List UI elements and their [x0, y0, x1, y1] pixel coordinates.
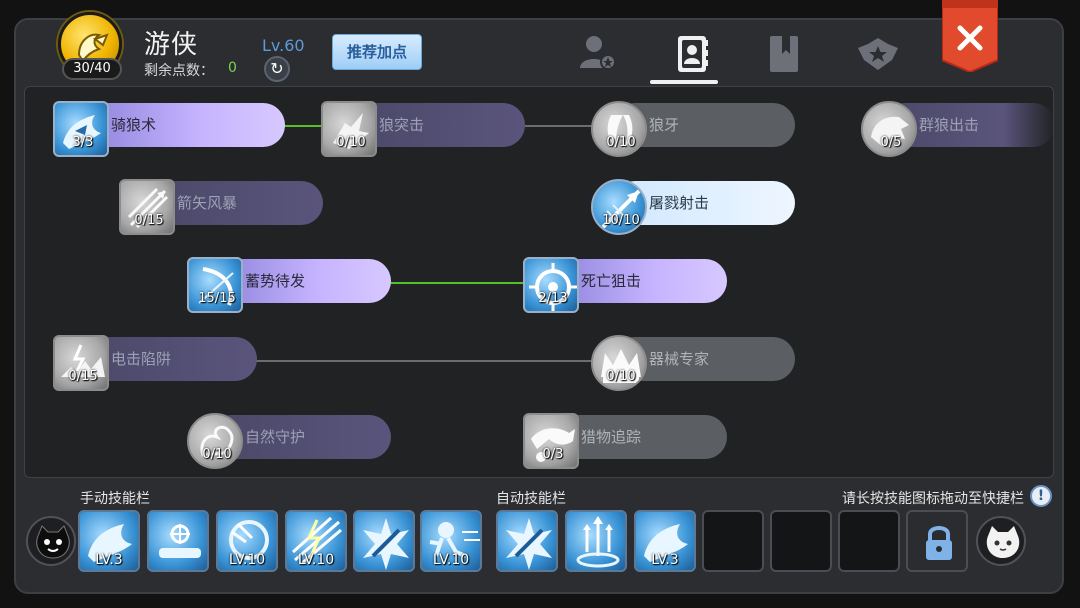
skill-level: 0/10	[606, 369, 636, 384]
manual-skill-bar-title: 手动技能栏	[80, 491, 150, 507]
skill-level: 0/10	[606, 135, 636, 150]
close-button[interactable]	[941, 0, 999, 74]
skill-level: 0/5	[880, 135, 902, 150]
refresh-icon[interactable]: ↻	[264, 56, 290, 82]
empty-skill-slot[interactable]	[838, 510, 900, 572]
slot-level: LV.3	[651, 552, 679, 568]
skill-level: 3/3	[72, 135, 94, 150]
lock-icon	[926, 526, 952, 560]
remaining-points-value: 0	[228, 60, 237, 76]
empty-skill-slot[interactable]	[770, 510, 832, 572]
skill-points-counter: 30/40	[62, 58, 122, 80]
connector	[255, 360, 595, 362]
skill-book-icon	[678, 36, 708, 72]
rank-emblem-icon	[858, 38, 898, 70]
slot-level: LV.3	[95, 552, 123, 568]
slot-level: LV.10	[432, 552, 470, 568]
auto-skill-bar-title: 自动技能栏	[496, 491, 566, 507]
auto-skill-slot[interactable]: LV.3	[634, 510, 696, 572]
slot-level: LV.10	[297, 552, 335, 568]
skill-tree: 骑狼术 3/3 狼突击 0/10 狼牙 0/10 群狼出击 0/5 箭矢风暴 0…	[24, 86, 1054, 478]
connector	[389, 282, 529, 284]
skill-level: 0/15	[68, 369, 98, 384]
locked-skill-slot[interactable]	[906, 510, 968, 572]
sword-burst-icon	[506, 518, 552, 570]
skill-level: 10/10	[602, 213, 640, 228]
slot-level: LV.10	[228, 552, 266, 568]
class-name: 游侠	[144, 30, 199, 60]
recommend-points-button[interactable]: 推荐加点	[332, 34, 422, 70]
character-level: Lv.60	[262, 36, 305, 55]
arrow-rain-icon	[576, 516, 620, 568]
manual-skill-slot[interactable]	[147, 510, 209, 572]
character-icon	[580, 36, 616, 70]
black-cat-icon[interactable]	[26, 516, 76, 566]
drag-hint: 请长按技能图标拖动至快捷栏	[842, 491, 1024, 507]
skill-level: 0/10	[202, 447, 232, 462]
sword-burst-icon	[363, 518, 409, 570]
heal-lying-icon	[159, 524, 201, 558]
empty-skill-slot[interactable]	[702, 510, 764, 572]
skill-level: 2/13	[538, 291, 568, 306]
skill-level: 0/3	[542, 447, 564, 462]
manual-skill-slot[interactable]: LV.3	[78, 510, 140, 572]
skill-level: 0/15	[134, 213, 164, 228]
bookmark-book-icon	[770, 36, 798, 72]
manual-skill-slot[interactable]: LV.10	[216, 510, 278, 572]
skill-level: 15/15	[198, 291, 236, 306]
manual-skill-slot[interactable]: LV.10	[420, 510, 482, 572]
tab-character[interactable]	[574, 30, 622, 78]
info-icon[interactable]: !	[1030, 485, 1052, 507]
auto-skill-slot[interactable]	[565, 510, 627, 572]
skill-level: 0/10	[336, 135, 366, 150]
manual-skill-slot[interactable]	[353, 510, 415, 572]
remaining-points-label: 剩余点数：	[144, 63, 214, 79]
connector	[525, 125, 595, 127]
close-icon	[941, 0, 999, 74]
tab-book[interactable]	[760, 30, 808, 78]
white-cat-icon[interactable]	[976, 516, 1026, 566]
tab-rank[interactable]	[854, 30, 902, 78]
tab-skills[interactable]	[650, 30, 718, 84]
auto-skill-slot[interactable]	[496, 510, 558, 572]
manual-skill-slot[interactable]: LV.10	[285, 510, 347, 572]
